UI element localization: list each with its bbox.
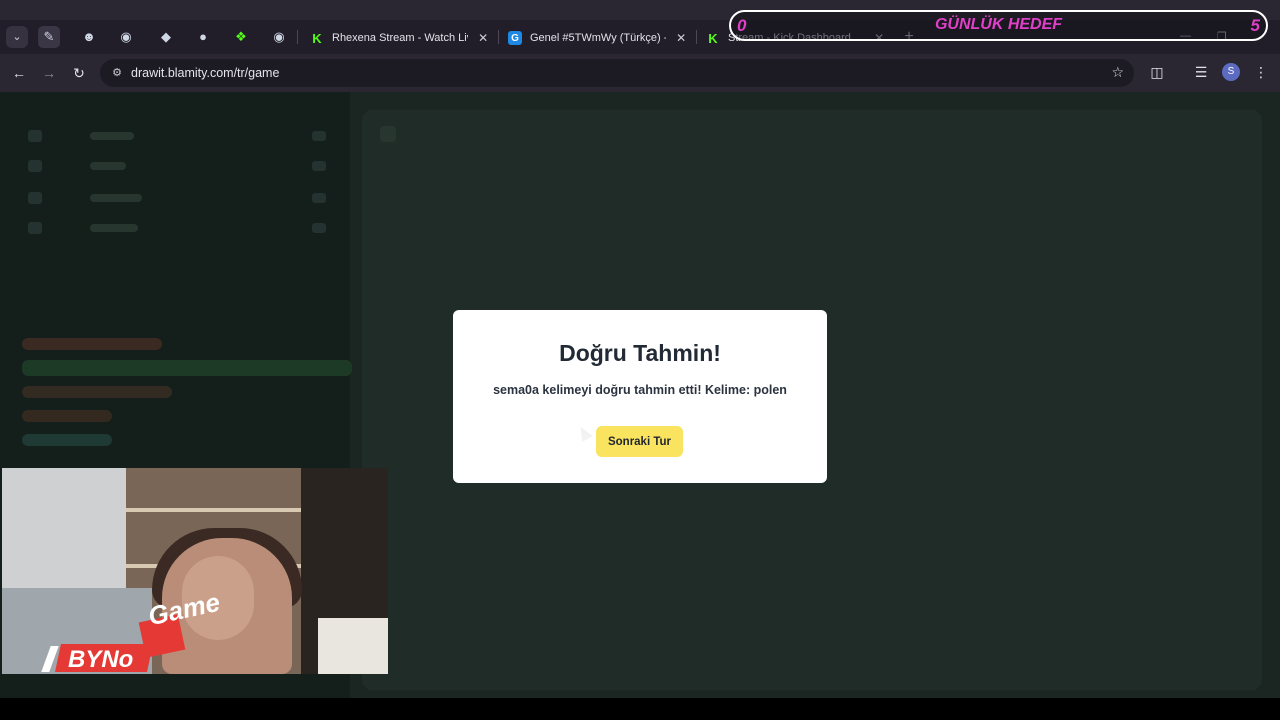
taskbar-strip [0, 698, 1280, 720]
pinned-tab-drawit-icon[interactable]: ✎ [38, 26, 60, 48]
tab-separator [696, 30, 697, 44]
media-controls-icon[interactable]: ☰ [1192, 64, 1210, 81]
tab-gartic[interactable]: G Genel #5TWmWy (Türkçe) - Gartic ✕ [500, 24, 696, 52]
daily-goal-overlay: 0 GÜNLÜK HEDEF 5 [729, 10, 1268, 41]
menu-kebab-icon[interactable]: ⋮ [1252, 64, 1270, 81]
tab-separator [498, 30, 499, 44]
back-arrow-icon[interactable]: ← [8, 62, 30, 84]
chat-line-highlight [22, 360, 352, 376]
pinned-tab-steam-icon[interactable]: ◉ [115, 26, 137, 48]
pinned-tab-diamond-icon[interactable]: ◆ [155, 26, 177, 48]
gartic-icon: G [508, 31, 522, 45]
close-icon[interactable]: ✕ [476, 31, 490, 45]
bookmark-star-icon[interactable]: ☆ [1111, 64, 1124, 81]
board-tool-icon [380, 126, 396, 142]
next-round-button[interactable]: Sonraki Tur [596, 426, 683, 457]
pinned-tab-globe-icon[interactable]: ● [192, 26, 214, 48]
chat-line [22, 410, 112, 422]
chat-line [22, 386, 172, 398]
tab-title: Rhexena Stream - Watch Live on Kick [332, 32, 468, 44]
kick-icon: K [312, 30, 322, 46]
close-icon[interactable]: ✕ [674, 31, 688, 45]
extensions-puzzle-icon[interactable]: ◫ [1148, 64, 1166, 81]
profile-avatar[interactable]: S [1222, 63, 1240, 81]
tab-title: Genel #5TWmWy (Türkçe) - Gartic [530, 32, 666, 44]
webcam-overlay: Game BYNo [2, 468, 388, 674]
dialog-message: sema0a kelimeyi doğru tahmin etti! Kelim… [493, 383, 787, 397]
pinned-tab-puzzle-icon[interactable]: ❖ [230, 26, 252, 48]
site-settings-icon[interactable]: ⚙ [110, 66, 124, 80]
kick-icon: K [708, 30, 718, 46]
pinned-tab-steam2-icon[interactable]: ◉ [268, 26, 290, 48]
goal-label: GÜNLÜK HEDEF [934, 16, 1063, 33]
dialog-title: Doğru Tahmin! [559, 340, 721, 366]
tab-search-chevron-icon[interactable]: ⌄ [6, 26, 28, 48]
chat-line [22, 338, 162, 350]
forward-arrow-icon[interactable]: → [38, 62, 60, 84]
correct-guess-dialog: Doğru Tahmin! sema0a kelimeyi doğru tahm… [453, 310, 827, 483]
url-text[interactable]: drawit.blamity.com/tr/game [131, 66, 279, 80]
logo-text: BYNo [68, 646, 134, 673]
address-bar[interactable]: ⚙ drawit.blamity.com/tr/game ☆ [100, 59, 1134, 87]
goal-target: 5 [1250, 16, 1260, 35]
pinned-tab-cat-icon[interactable]: ☻ [78, 26, 100, 48]
chat-line [22, 434, 112, 446]
tab-separator [297, 30, 298, 44]
address-bar-row: ← → ↻ ⚙ drawit.blamity.com/tr/game ☆ ◫ ☰… [0, 56, 1280, 90]
tab-kick-stream[interactable]: K Rhexena Stream - Watch Live on Kick ✕ [302, 24, 498, 52]
reload-icon[interactable]: ↻ [68, 62, 90, 84]
